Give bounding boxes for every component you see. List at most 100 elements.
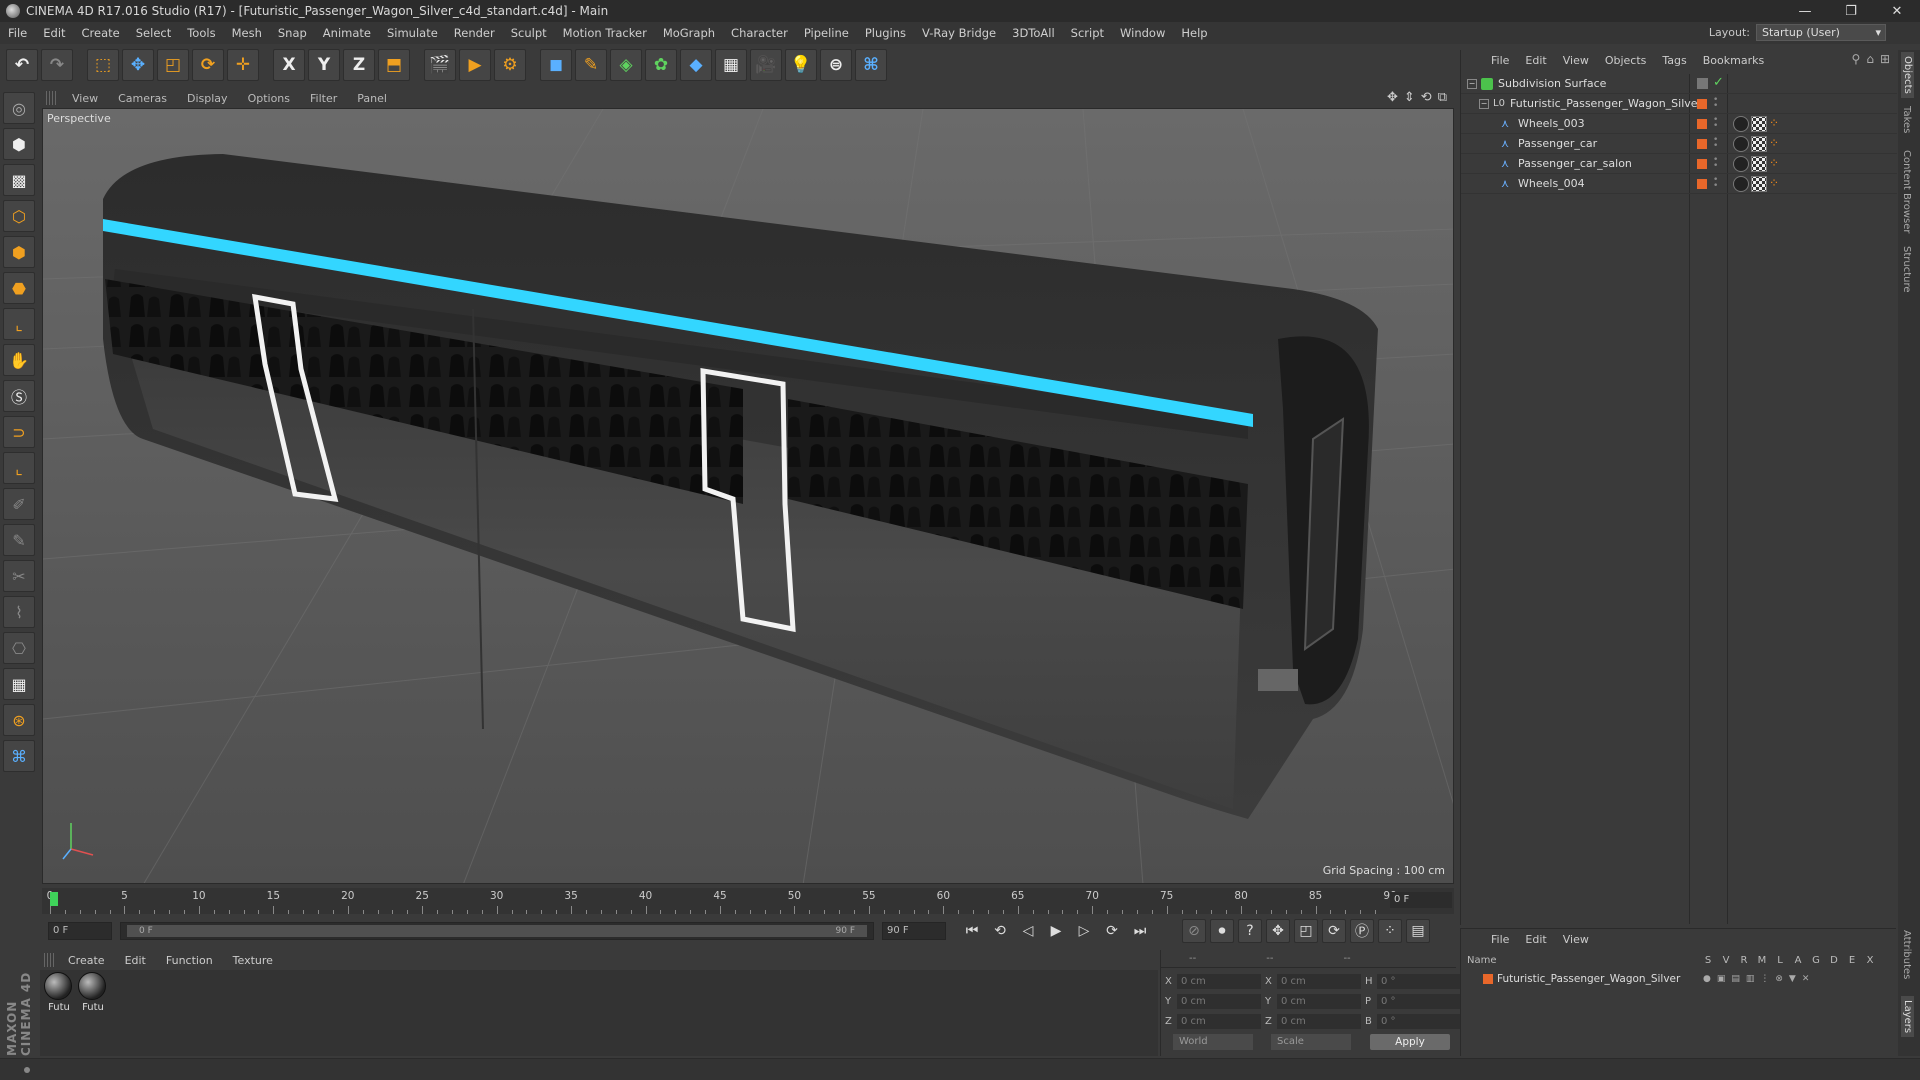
bridge-icon[interactable]: ⌇ <box>3 596 35 628</box>
object-row-passenger-car-salon[interactable]: ⋏ Passenger_car_salon • • ⁘ <box>1461 154 1897 174</box>
tab-structure[interactable]: Structure <box>1901 246 1912 293</box>
orbit-icon[interactable]: ⟲ <box>1421 90 1432 105</box>
key-rotation-icon[interactable]: ⟳ <box>1322 919 1346 943</box>
frame-range-slider[interactable]: 0 F 90 F <box>120 922 874 940</box>
layer-color-swatch[interactable] <box>1483 974 1493 984</box>
menu-sculpt[interactable]: Sculpt <box>503 26 555 40</box>
object-row-wheels-003[interactable]: ⋏ Wheels_003 • • ⁘ <box>1461 114 1897 134</box>
scale-mode-dropdown[interactable]: Scale <box>1271 1034 1351 1050</box>
phong-tag-icon[interactable]: ⁘ <box>1769 116 1785 132</box>
key-parameter-icon[interactable]: Ⓟ <box>1350 919 1374 943</box>
size-z-field[interactable]: 0 cm <box>1277 1014 1361 1029</box>
visibility-dots[interactable]: • • <box>1713 136 1718 151</box>
viewport-menu-filter[interactable]: Filter <box>300 92 347 105</box>
phong-tag-icon[interactable]: ⁘ <box>1769 156 1785 172</box>
menu-edit[interactable]: Edit <box>35 26 73 40</box>
live-selection-icon[interactable]: ⬚ <box>87 49 119 81</box>
menu-mesh[interactable]: Mesh <box>224 26 270 40</box>
polygons-icon[interactable]: ⬣ <box>3 272 35 304</box>
timeline-window-icon[interactable]: ▤ <box>1406 919 1430 943</box>
menu-help[interactable]: Help <box>1173 26 1215 40</box>
menu-3dtoall[interactable]: 3DToAll <box>1004 26 1063 40</box>
layer-menu-edit[interactable]: Edit <box>1517 933 1554 946</box>
y-axis-icon[interactable]: Y <box>308 49 340 81</box>
viewport-menu-cameras[interactable]: Cameras <box>108 92 177 105</box>
material-menu-edit[interactable]: Edit <box>115 954 156 967</box>
editor-visibility-icon[interactable] <box>1697 78 1708 89</box>
collapse-toggle[interactable]: − <box>1479 98 1489 109</box>
camera-icon[interactable]: 🎥 <box>750 49 782 81</box>
extrude-icon[interactable]: ⎔ <box>3 632 35 664</box>
paint-icon[interactable]: ✎ <box>3 524 35 556</box>
viewport-menu-view[interactable]: View <box>62 92 108 105</box>
menu-simulate[interactable]: Simulate <box>379 26 446 40</box>
python-script-icon[interactable]: ⌘ <box>3 740 35 772</box>
pan-icon[interactable]: ✥ <box>1387 90 1398 105</box>
z-axis-icon[interactable]: Z <box>343 49 375 81</box>
python-icon[interactable]: ⌘ <box>855 49 887 81</box>
material-tag-icon[interactable] <box>1733 116 1749 132</box>
sculpt-brush-icon[interactable]: ✋ <box>3 344 35 376</box>
om-menu-tags[interactable]: Tags <box>1654 54 1694 67</box>
brush-tool-icon[interactable]: ✐ <box>3 488 35 520</box>
object-row-wagon[interactable]: − L0 Futuristic_Passenger_Wagon_Silver •… <box>1461 94 1897 114</box>
previous-frame-icon[interactable]: ◁ <box>1016 919 1040 943</box>
play-icon[interactable]: ▶ <box>1044 919 1068 943</box>
light-icon[interactable]: 💡 <box>785 49 817 81</box>
menu-render[interactable]: Render <box>446 26 503 40</box>
menu-script[interactable]: Script <box>1063 26 1112 40</box>
object-row-passenger-car[interactable]: ⋏ Passenger_car • • ⁘ <box>1461 134 1897 154</box>
maximize-view-icon[interactable]: ⧉ <box>1438 90 1447 105</box>
material-menu-texture[interactable]: Texture <box>223 954 283 967</box>
om-menu-objects[interactable]: Objects <box>1597 54 1655 67</box>
cloner-icon[interactable]: ✿ <box>645 49 677 81</box>
rotate-icon[interactable]: ⟳ <box>192 49 224 81</box>
menu-plugins[interactable]: Plugins <box>857 26 914 40</box>
viewport-menu-panel[interactable]: Panel <box>347 92 397 105</box>
layer-color-swatch[interactable] <box>1697 159 1707 169</box>
menu-select[interactable]: Select <box>128 26 179 40</box>
key-position-icon[interactable]: ✥ <box>1266 919 1290 943</box>
menu-tools[interactable]: Tools <box>179 26 223 40</box>
menu-character[interactable]: Character <box>723 26 796 40</box>
render-view-icon[interactable]: 🎬 <box>424 49 456 81</box>
visibility-dots[interactable]: • • <box>1713 96 1718 111</box>
uvw-tag-icon[interactable] <box>1751 136 1767 152</box>
go-to-start-icon[interactable]: ⏮ <box>960 919 984 943</box>
axis-icon[interactable]: ⌞ <box>3 308 35 340</box>
enabled-check-icon[interactable]: ✓ <box>1713 75 1724 90</box>
material-menu-function[interactable]: Function <box>156 954 223 967</box>
search-icon[interactable]: ⚲ <box>1852 52 1861 66</box>
phong-tag-icon[interactable]: ⁘ <box>1769 176 1785 192</box>
points-icon[interactable]: ⬡ <box>3 200 35 232</box>
menu-snap[interactable]: Snap <box>270 26 315 40</box>
layer-color-swatch[interactable] <box>1697 139 1707 149</box>
magnet-icon[interactable]: ⊃ <box>3 416 35 448</box>
menu-animate[interactable]: Animate <box>315 26 379 40</box>
visibility-dots[interactable]: • • <box>1713 116 1718 131</box>
motion-path-icon[interactable]: ⊘ <box>1182 919 1206 943</box>
undo-icon[interactable]: ↶ <box>6 49 38 81</box>
deformer-icon[interactable]: ◆ <box>680 49 712 81</box>
cube-icon[interactable]: ◼ <box>540 49 572 81</box>
tab-takes[interactable]: Takes <box>1901 106 1912 133</box>
material-tag-icon[interactable] <box>1733 136 1749 152</box>
key-scale-icon[interactable]: ◰ <box>1294 919 1318 943</box>
coordinate-mode-dropdown[interactable]: World <box>1173 1034 1253 1050</box>
layer-flag-icons[interactable]: ●▣▤▥⋮⊗▼✕ <box>1703 974 1815 984</box>
menu-create[interactable]: Create <box>74 26 128 40</box>
edges-icon[interactable]: ⬢ <box>3 236 35 268</box>
tab-attributes[interactable]: Attributes <box>1901 930 1912 979</box>
floor-icon[interactable]: ▦ <box>715 49 747 81</box>
go-to-end-icon[interactable]: ⏭ <box>1128 919 1152 943</box>
layer-menu-file[interactable]: File <box>1483 933 1517 946</box>
model-mode-icon[interactable]: ◎ <box>3 92 35 124</box>
subdivision-icon[interactable]: ◈ <box>610 49 642 81</box>
viewport-menu-options[interactable]: Options <box>238 92 300 105</box>
position-y-field[interactable]: 0 cm <box>1177 994 1261 1009</box>
knife-icon[interactable]: ✂ <box>3 560 35 592</box>
tab-layers[interactable]: Layers <box>1901 996 1914 1038</box>
material-swatch[interactable]: Futu <box>44 972 74 1013</box>
tab-objects[interactable]: Objects <box>1901 52 1914 98</box>
om-menu-view[interactable]: View <box>1555 54 1597 67</box>
